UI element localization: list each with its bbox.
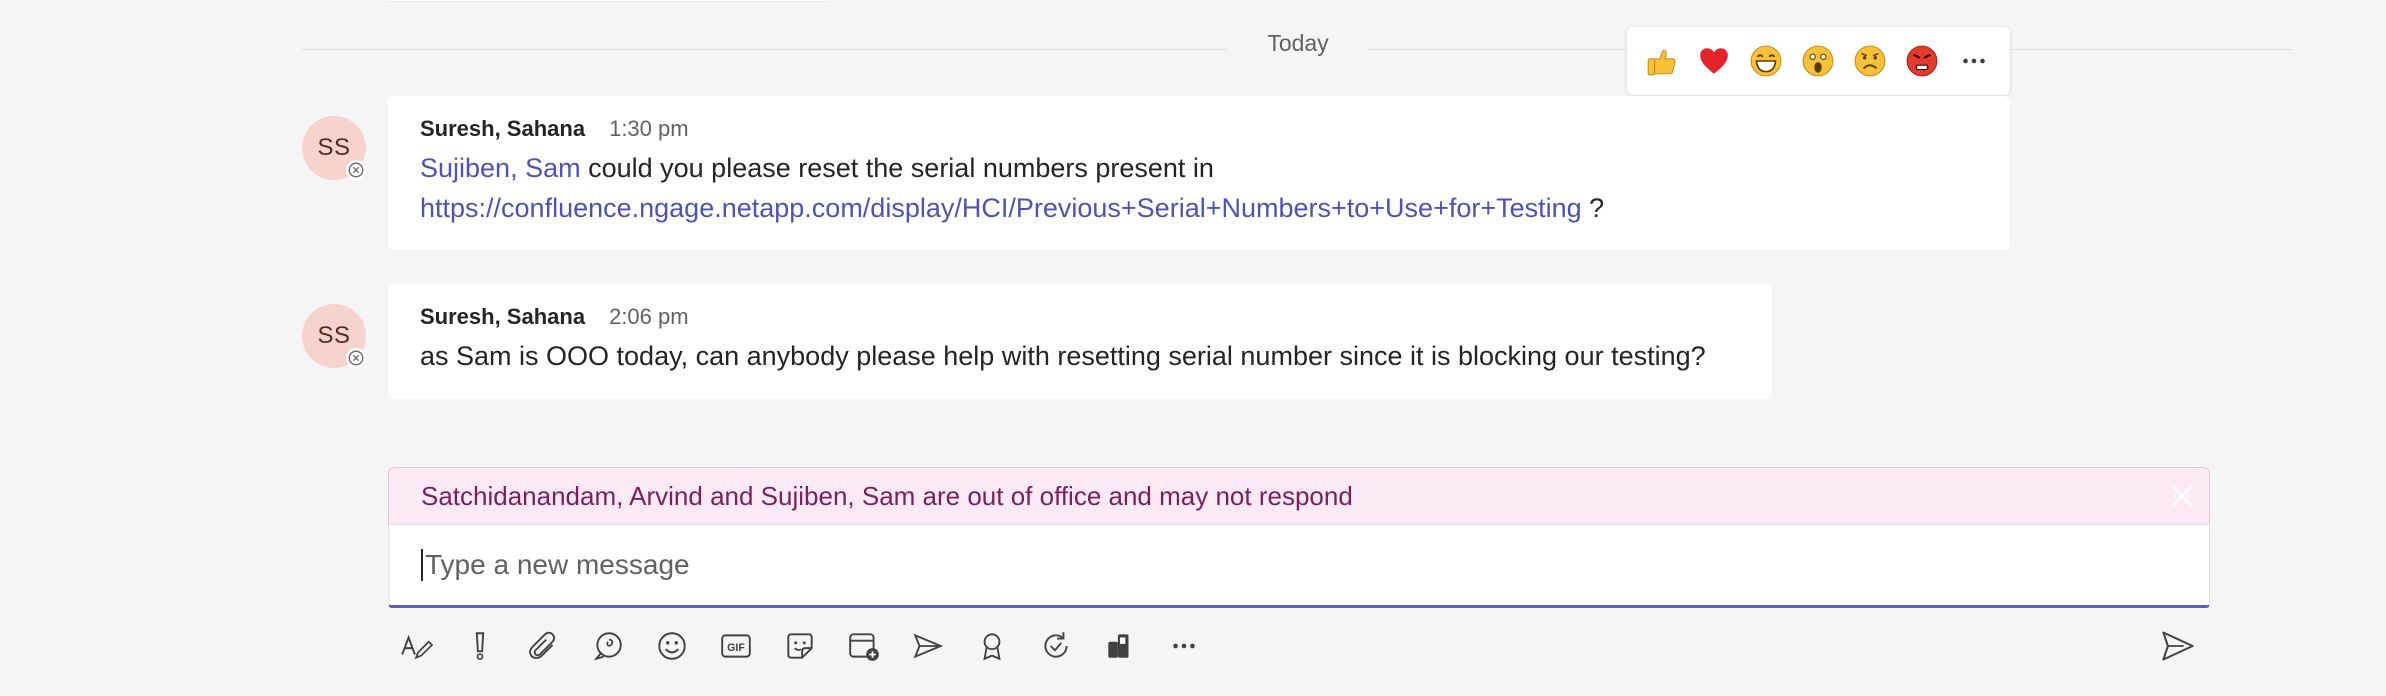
thumbs-up-icon[interactable]	[1644, 43, 1680, 79]
message-text-end: ?	[1581, 193, 1605, 223]
message-text: could you please reset the serial number…	[580, 153, 1214, 183]
message-input[interactable]	[425, 549, 2125, 581]
sad-face-icon[interactable]	[1852, 43, 1888, 79]
angry-face-icon[interactable]	[1904, 43, 1940, 79]
attach-icon[interactable]	[524, 626, 564, 666]
presence-offline-icon	[346, 160, 366, 180]
praise-icon[interactable]	[972, 626, 1012, 666]
compose-box[interactable]	[388, 524, 2210, 608]
sticker-icon[interactable]	[780, 626, 820, 666]
message-time: 1:30 pm	[609, 116, 689, 141]
more-options-icon[interactable]	[1164, 626, 1204, 666]
schedule-meeting-icon[interactable]	[844, 626, 884, 666]
message-card[interactable]: Suresh, Sahana 2:06 pm as Sam is OOO tod…	[388, 284, 1772, 399]
message-body: Sujiben, Sam could you please reset the …	[420, 148, 1980, 228]
presence-offline-icon	[346, 348, 366, 368]
mention[interactable]: Sujiben, Sam	[420, 153, 581, 183]
apps-icon[interactable]	[1100, 626, 1140, 666]
out-of-office-banner: Satchidanandam, Arvind and Sujiben, Sam …	[388, 467, 2210, 524]
message-card[interactable]: Suresh, Sahana 1:30 pm Sujiben, Sam coul…	[388, 96, 2010, 250]
gif-icon[interactable]: GIF	[716, 626, 756, 666]
date-divider-label: Today	[1228, 30, 1368, 57]
compose-toolbar: GIF	[396, 626, 1228, 666]
text-caret	[421, 549, 423, 581]
reaction-bar	[1627, 27, 2010, 95]
updates-icon[interactable]	[1036, 626, 1076, 666]
surprised-face-icon[interactable]	[1800, 43, 1836, 79]
loop-icon[interactable]	[588, 626, 628, 666]
important-icon[interactable]	[460, 626, 500, 666]
heart-icon[interactable]	[1696, 43, 1732, 79]
previous-message-card-edge	[388, 0, 828, 2]
message-author[interactable]: Suresh, Sahana	[420, 304, 585, 330]
message-link[interactable]: https://confluence.ngage.netapp.com/disp…	[420, 193, 1582, 223]
out-of-office-text: Satchidanandam, Arvind and Sujiben, Sam …	[421, 480, 1353, 511]
format-icon[interactable]	[396, 626, 436, 666]
close-icon[interactable]	[2169, 483, 2195, 509]
stream-icon[interactable]	[908, 626, 948, 666]
message-time: 2:06 pm	[609, 304, 689, 329]
avatar-initials: SS	[317, 134, 351, 161]
avatar-initials: SS	[317, 322, 351, 349]
laughing-face-icon[interactable]	[1748, 43, 1784, 79]
message-author[interactable]: Suresh, Sahana	[420, 116, 585, 142]
message-body: as Sam is OOO today, can anybody please …	[420, 341, 1706, 371]
send-icon[interactable]	[2158, 626, 2198, 666]
emoji-icon[interactable]	[652, 626, 692, 666]
svg-text:GIF: GIF	[727, 642, 745, 654]
more-icon[interactable]	[1956, 43, 1992, 79]
